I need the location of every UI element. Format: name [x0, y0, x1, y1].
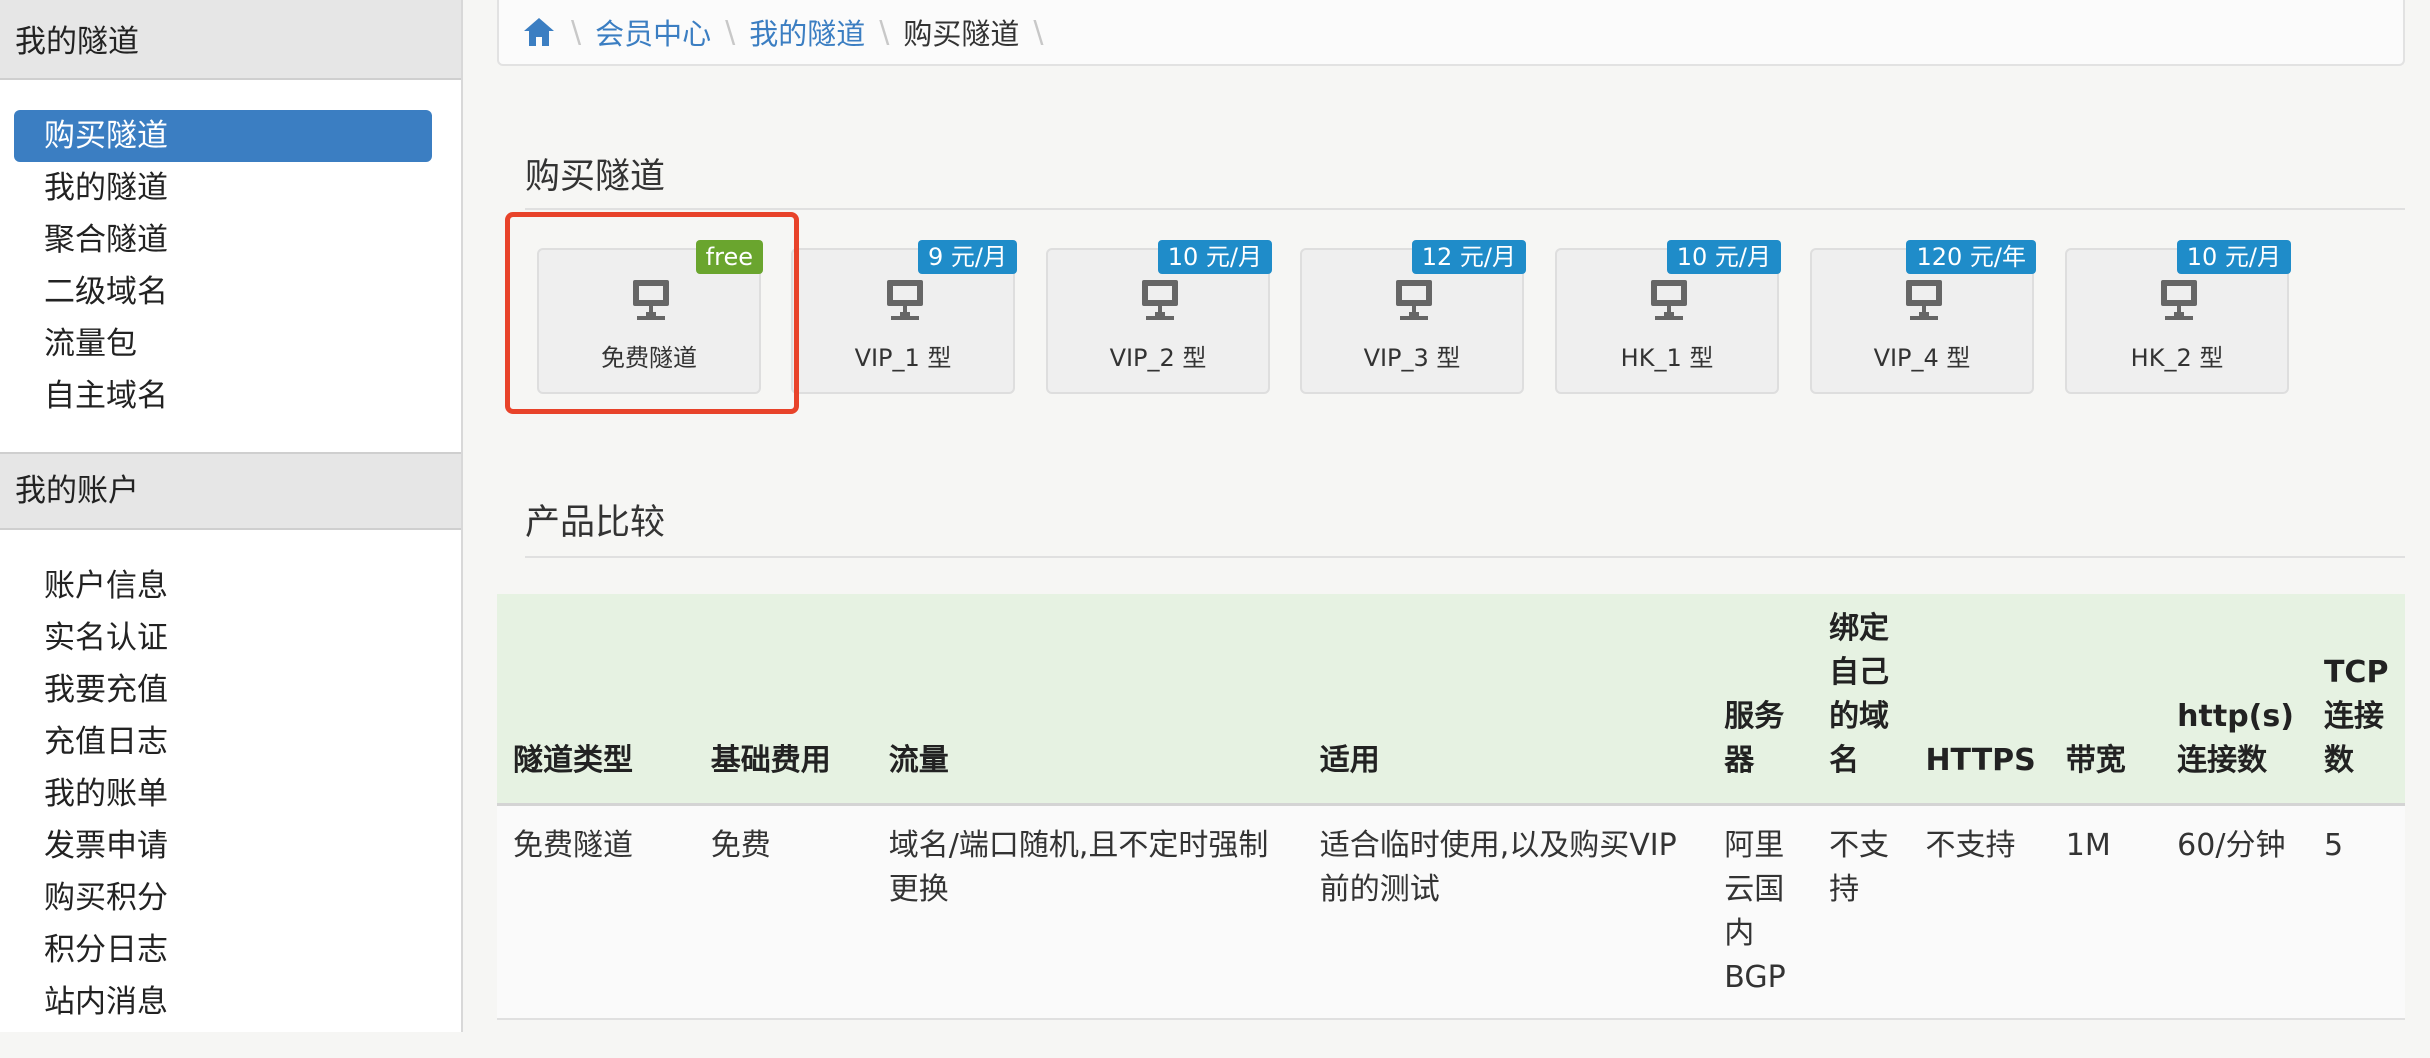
price-badge: 10 元/月 — [2176, 240, 2291, 274]
sidebar-tunnel-list: 购买隧道 我的隧道 聚合隧道 二级域名 流量包 自主域名 — [0, 80, 461, 452]
table-cell: 适合临时使用,以及购买VIP前的测试 — [1303, 804, 1709, 1020]
tunnel-card-vip3[interactable]: VIP_3 型 12 元/月 — [1300, 240, 1526, 394]
tunnel-card-vip1[interactable]: VIP_1 型 9 元/月 — [791, 240, 1017, 394]
breadcrumb-member-center[interactable]: 会员中心 — [595, 11, 711, 53]
column-header: HTTPS — [1909, 594, 2050, 806]
tunnel-card-label: VIP_4 型 — [1873, 344, 1971, 372]
table-cell: 免费隧道 — [497, 804, 695, 1020]
server-icon — [631, 278, 671, 326]
sidebar-item-recharge[interactable]: 我要充值 — [14, 664, 432, 716]
server-icon — [1140, 278, 1180, 326]
column-header: 服务器 — [1708, 594, 1814, 806]
sidebar-item-points-log[interactable]: 积分日志 — [14, 924, 432, 976]
column-header: http(s)连接数 — [2161, 594, 2308, 806]
sidebar-item-my-tunnels[interactable]: 我的隧道 — [14, 162, 432, 214]
price-badge: 12 元/月 — [1411, 240, 1526, 274]
tunnel-card-label: 免费隧道 — [601, 344, 697, 372]
table-cell: 域名/端口随机,且不定时强制更换 — [872, 804, 1304, 1020]
table-cell: 免费 — [694, 804, 873, 1020]
home-icon[interactable] — [521, 14, 557, 50]
breadcrumb-separator: \ — [1033, 14, 1044, 50]
table-cell: 60/分钟 — [2161, 804, 2308, 1020]
tunnel-card-label: HK_1 型 — [1620, 344, 1714, 372]
buy-section-title: 购买隧道 — [525, 157, 666, 197]
sidebar-item-subdomains[interactable]: 二级域名 — [14, 266, 432, 318]
server-icon — [1904, 278, 1944, 326]
column-header: 绑定自己的域名 — [1813, 594, 1910, 806]
table-header-row: 隧道类型 基础费用 流量 适用 服务器 绑定自己的域名 HTTPS 带宽 htt… — [497, 594, 2405, 806]
sidebar-item-real-name[interactable]: 实名认证 — [14, 612, 432, 664]
tunnel-card-label: HK_2 型 — [2130, 344, 2224, 372]
breadcrumb-buy-tunnel: 购买隧道 — [903, 17, 1020, 51]
sidebar-item-account-info[interactable]: 账户信息 — [14, 560, 432, 612]
price-badge: 10 元/月 — [1666, 240, 1781, 274]
server-icon — [885, 278, 925, 326]
tunnel-card-hk2[interactable]: HK_2 型 10 元/月 — [2065, 240, 2291, 394]
price-badge: 9 元/月 — [918, 240, 1017, 274]
table-cell: 不支持 — [1813, 804, 1910, 1020]
server-icon — [1394, 278, 1434, 326]
sidebar-item-buy-tunnel[interactable]: 购买隧道 — [14, 110, 432, 162]
sidebar-item-aggregate-tunnels[interactable]: 聚合隧道 — [14, 214, 432, 266]
column-header: 带宽 — [2049, 594, 2162, 806]
column-header: 隧道类型 — [497, 594, 695, 806]
breadcrumb-separator: \ — [879, 14, 890, 50]
tunnel-card-hk1[interactable]: HK_1 型 10 元/月 — [1555, 240, 1781, 394]
column-header: TCP连接数 — [2307, 594, 2405, 806]
price-badge: free — [695, 240, 763, 274]
table-cell: 1M — [2049, 804, 2162, 1020]
main-content: \ 会员中心 \ 我的隧道 \ 购买隧道 \ 购买隧道 免费隧道 free VI… — [465, 0, 2430, 1032]
table-cell: 不支持 — [1909, 804, 2050, 1020]
breadcrumb-my-tunnels[interactable]: 我的隧道 — [749, 11, 865, 53]
sidebar-item-messages[interactable]: 站内消息 — [14, 976, 432, 1028]
sidebar: 我的隧道 购买隧道 我的隧道 聚合隧道 二级域名 流量包 自主域名 我的账户 账… — [0, 0, 463, 1032]
sidebar-item-custom-domains[interactable]: 自主域名 — [14, 370, 432, 422]
breadcrumb-separator: \ — [725, 14, 736, 50]
sidebar-account-list: 账户信息 实名认证 我要充值 充值日志 我的账单 发票申请 购买积分 积分日志 … — [0, 530, 461, 1058]
tunnel-card-vip2[interactable]: VIP_2 型 10 元/月 — [1046, 240, 1272, 394]
price-badge: 10 元/月 — [1157, 240, 1272, 274]
divider — [525, 556, 2405, 558]
comparison-table: 隧道类型 基础费用 流量 适用 服务器 绑定自己的域名 HTTPS 带宽 htt… — [497, 594, 2405, 1020]
price-badge: 120 元/年 — [1906, 240, 2036, 274]
sidebar-item-recharge-log[interactable]: 充值日志 — [14, 716, 432, 768]
column-header: 适用 — [1303, 594, 1709, 806]
sidebar-item-traffic-packs[interactable]: 流量包 — [14, 318, 432, 370]
column-header: 基础费用 — [694, 594, 873, 806]
breadcrumb: \ 会员中心 \ 我的隧道 \ 购买隧道 \ — [497, 0, 2405, 66]
server-icon — [1649, 278, 1689, 326]
breadcrumb-separator: \ — [571, 14, 582, 50]
tunnel-card-vip4[interactable]: VIP_4 型 120 元/年 — [1810, 240, 2036, 394]
sidebar-item-invoice[interactable]: 发票申请 — [14, 820, 432, 872]
tunnel-card-label: VIP_1 型 — [854, 344, 952, 372]
table-row: 免费隧道 免费 域名/端口随机,且不定时强制更换 适合临时使用,以及购买VIP前… — [497, 804, 2405, 1020]
divider — [525, 208, 2405, 210]
sidebar-header-tunnels: 我的隧道 — [0, 0, 461, 80]
tunnel-card-free[interactable]: 免费隧道 free — [537, 240, 763, 394]
sidebar-header-account: 我的账户 — [0, 452, 461, 530]
table-cell: 阿里云国内BGP — [1708, 804, 1814, 1020]
compare-section-title: 产品比较 — [525, 503, 666, 543]
server-icon — [2159, 278, 2199, 326]
tunnel-card-label: VIP_3 型 — [1363, 344, 1461, 372]
sidebar-item-my-bills[interactable]: 我的账单 — [14, 768, 432, 820]
column-header: 流量 — [872, 594, 1304, 806]
sidebar-item-buy-points[interactable]: 购买积分 — [14, 872, 432, 924]
tunnel-card-label: VIP_2 型 — [1109, 344, 1207, 372]
table-cell: 5 — [2307, 804, 2405, 1020]
